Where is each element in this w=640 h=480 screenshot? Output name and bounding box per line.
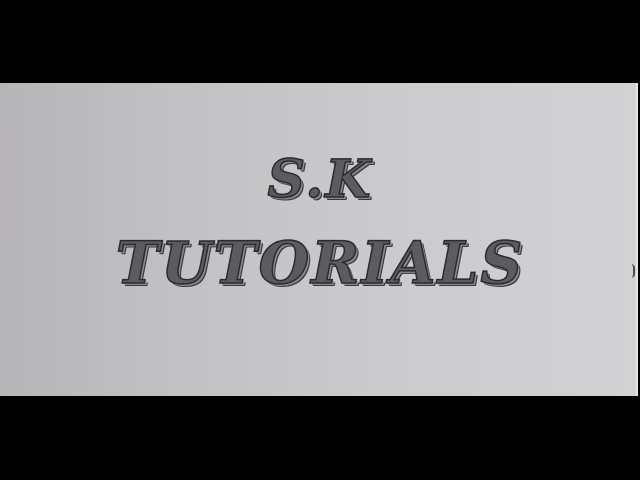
- video-frame: S.K TUTORIALS: [0, 0, 640, 480]
- title-line-2: TUTORIALS: [115, 229, 525, 297]
- title-line-1: S.K: [267, 149, 373, 211]
- edge-mark: [631, 264, 635, 278]
